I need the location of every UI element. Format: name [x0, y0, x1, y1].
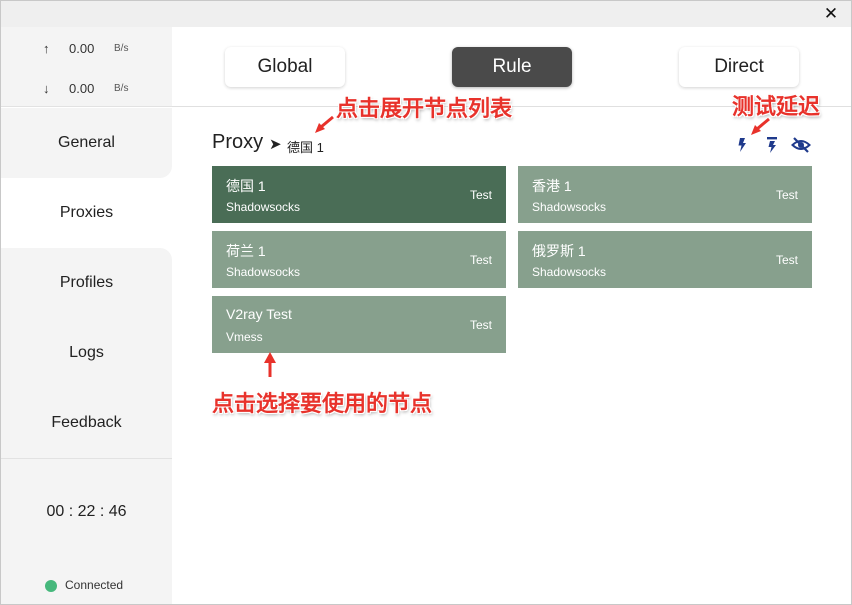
status-dot-icon [45, 580, 57, 592]
proxy-card[interactable]: V2ray Test Vmess Test [212, 296, 506, 353]
download-unit: B/s [114, 83, 129, 94]
app-window: ✕ ↑ 0.00 B/s ↓ 0.00 B/s General Proxies … [0, 0, 852, 605]
annotation-arrow-icon [264, 352, 276, 377]
proxy-card[interactable]: 俄罗斯 1 Shadowsocks Test [518, 231, 812, 288]
title-bar: ✕ [1, 1, 851, 27]
proxy-group-selected[interactable]: 德国 1 [287, 137, 324, 156]
mode-direct-button[interactable]: Direct [679, 47, 799, 87]
upload-speed: ↑ 0.00 B/s [1, 41, 172, 61]
mode-rule-button[interactable]: Rule [452, 47, 572, 87]
download-speed: ↓ 0.00 B/s [1, 81, 172, 101]
proxy-name: 俄罗斯 1 [532, 243, 586, 259]
upload-arrow-icon: ↑ [43, 41, 50, 56]
proxy-test-button[interactable]: Test [470, 253, 492, 267]
connection-timer: 00 : 22 : 46 [46, 503, 127, 520]
proxy-card[interactable]: 香港 1 Shadowsocks Test [518, 166, 812, 223]
proxy-name: 德国 1 [226, 178, 266, 194]
proxy-test-button[interactable]: Test [470, 318, 492, 332]
annotation-arrow-icon [751, 117, 770, 135]
mode-global-button[interactable]: Global [225, 47, 345, 87]
proxy-name: V2ray Test [226, 306, 292, 322]
speed-test-sorted-icon[interactable] [762, 135, 782, 155]
download-value: 0.00 [69, 81, 95, 96]
proxy-type: Shadowsocks [532, 200, 607, 214]
download-arrow-icon: ↓ [43, 81, 50, 96]
proxy-test-button[interactable]: Test [776, 253, 798, 267]
proxy-type: Shadowsocks [226, 200, 301, 214]
upload-unit: B/s [114, 43, 129, 54]
annotation-expand-list: 点击展开节点列表 [336, 96, 513, 121]
sidebar-item-feedback[interactable]: Feedback [1, 388, 172, 458]
proxy-name: 荷兰 1 [226, 243, 266, 259]
sidebar-item-logs[interactable]: Logs [1, 318, 172, 388]
upload-value: 0.00 [69, 41, 95, 56]
sidebar-item-profiles[interactable]: Profiles [1, 248, 172, 318]
sidebar-item-general[interactable]: General [1, 108, 172, 178]
status-panel: 00 : 22 : 46 Connected [1, 458, 172, 604]
annotation-select-node: 点击选择要使用的节点 [212, 391, 433, 416]
connection-status-label: Connected [65, 578, 124, 592]
sidebar-item-proxies[interactable]: Proxies [1, 178, 172, 248]
sidebar: ↑ 0.00 B/s ↓ 0.00 B/s General Proxies Pr… [1, 27, 172, 604]
annotation-arrow-icon [315, 115, 334, 133]
proxy-type: Shadowsocks [532, 265, 607, 279]
annotation-test-latency: 测试延迟 [732, 94, 821, 119]
proxy-test-button[interactable]: Test [776, 188, 798, 202]
proxy-card[interactable]: 荷兰 1 Shadowsocks Test [212, 231, 506, 288]
expand-arrow-icon[interactable]: ➤ [269, 135, 282, 153]
proxy-card[interactable]: 德国 1 Shadowsocks Test [212, 166, 506, 223]
close-icon[interactable]: ✕ [821, 4, 841, 24]
hide-eye-icon[interactable] [791, 135, 811, 155]
proxy-type: Shadowsocks [226, 265, 301, 279]
proxy-test-button[interactable]: Test [470, 188, 492, 202]
proxy-name: 香港 1 [532, 178, 572, 194]
proxy-group-title[interactable]: Proxy [212, 131, 263, 154]
proxy-type: Vmess [226, 330, 263, 344]
speed-test-icon[interactable] [732, 135, 752, 155]
traffic-panel: ↑ 0.00 B/s ↓ 0.00 B/s [1, 27, 172, 107]
